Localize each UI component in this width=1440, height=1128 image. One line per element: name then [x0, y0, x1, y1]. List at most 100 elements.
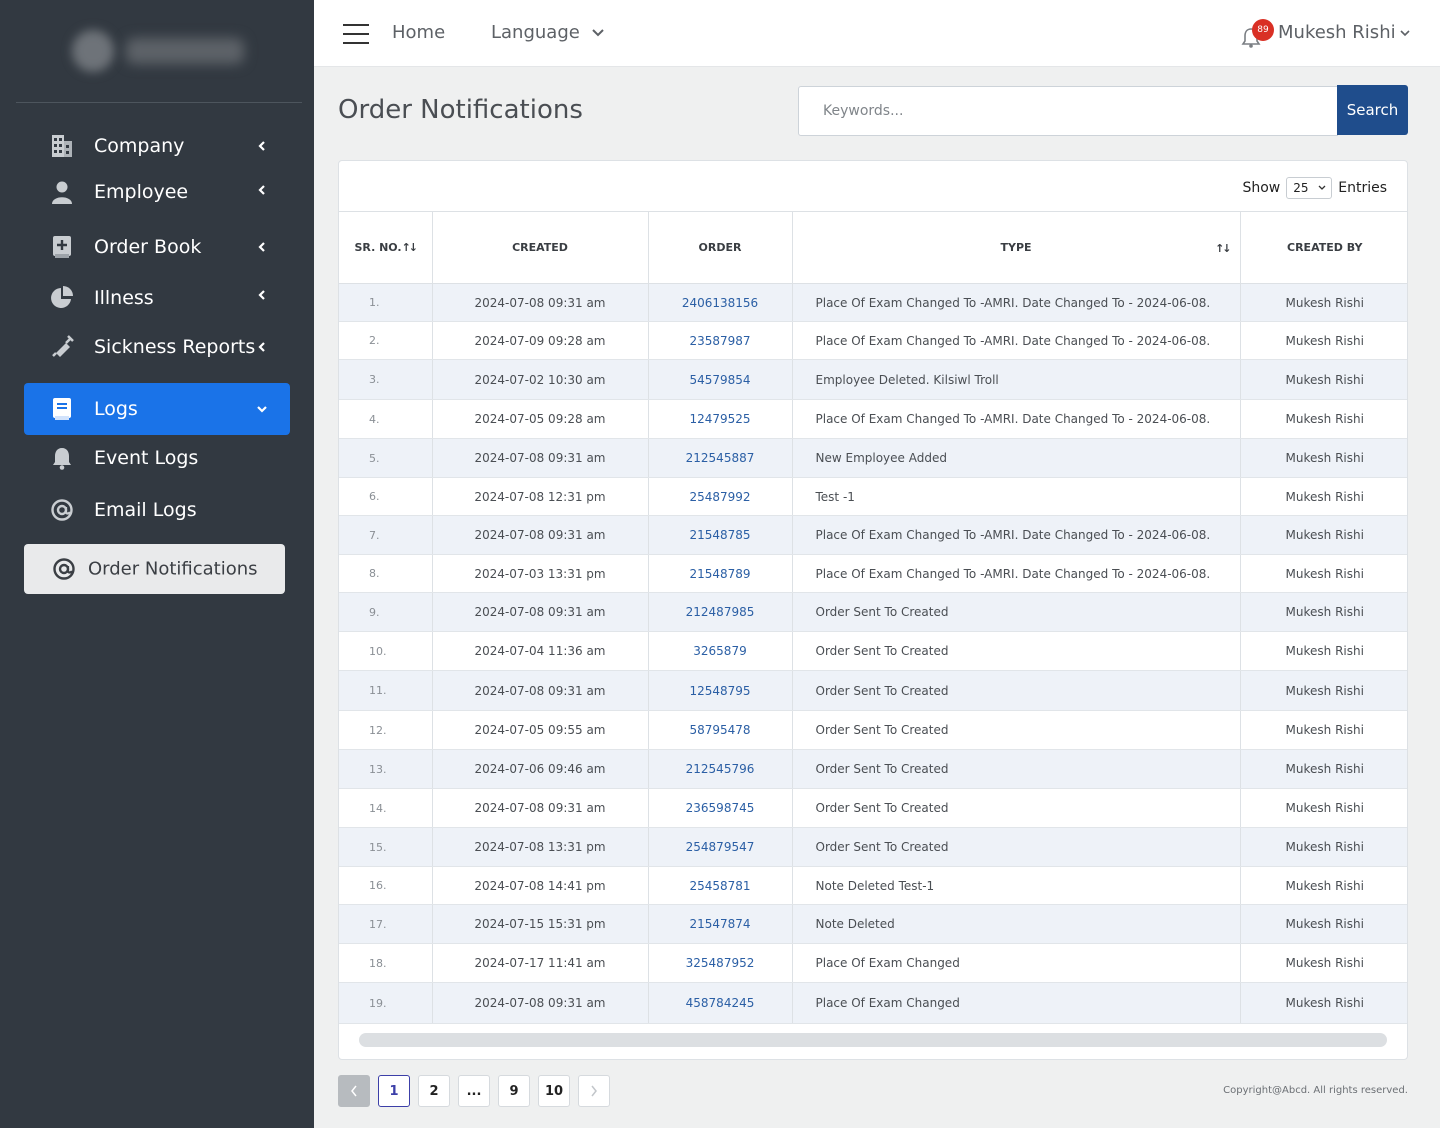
company-logo[interactable]	[64, 22, 254, 80]
sidebar-item-employee[interactable]: Employee	[24, 167, 290, 217]
order-link[interactable]: 21548785	[648, 515, 793, 555]
page-button-2[interactable]: 2	[418, 1075, 450, 1107]
sidebar-item-sickness-reports[interactable]: Sickness Reports	[24, 322, 290, 372]
table-row[interactable]: 4. 2024-07-05 09:28 am 12479525 Place Of Ex…	[339, 399, 1407, 439]
syringe-icon	[48, 333, 76, 361]
created-cell: 2024-07-08 14:41 pm	[432, 866, 649, 905]
language-dropdown[interactable]: Language	[491, 22, 580, 43]
order-link[interactable]: 54579854	[648, 359, 793, 400]
search-input[interactable]	[798, 86, 1338, 136]
sr-no-cell: 11.	[339, 670, 433, 711]
order-link[interactable]: 2406138156	[648, 283, 793, 322]
order-link[interactable]: 212487985	[648, 592, 793, 632]
created-by-cell: Mukesh Rishi	[1240, 788, 1407, 828]
order-link[interactable]: 254879547	[648, 827, 793, 867]
sidebar-item-illness[interactable]: Illness	[24, 273, 290, 323]
order-link[interactable]: 23587987	[648, 321, 793, 360]
page-button-9[interactable]: 9	[498, 1075, 530, 1107]
created-by-cell: Mukesh Rishi	[1240, 631, 1407, 671]
sidebar-item-company[interactable]: Company	[24, 121, 290, 171]
created-cell: 2024-07-05 09:55 am	[432, 710, 649, 750]
order-link[interactable]: 58795478	[648, 710, 793, 750]
created-by-cell: Mukesh Rishi	[1240, 438, 1407, 478]
table-row[interactable]: 11. 2024-07-08 09:31 am 12548795 Order Sent…	[339, 670, 1407, 711]
horizontal-scrollbar[interactable]	[359, 1033, 1387, 1047]
chevron-left-icon	[258, 141, 265, 151]
table-row[interactable]: 13. 2024-07-06 09:46 am 212545796 Order Sen…	[339, 749, 1407, 789]
column-header-created-by[interactable]: CREATED BY	[1240, 211, 1407, 284]
sidebar-item-logs[interactable]: Logs	[24, 383, 290, 435]
table-row[interactable]: 2. 2024-07-09 09:28 am 23587987 Place Of Ex…	[339, 321, 1407, 360]
order-link[interactable]: 12479525	[648, 399, 793, 439]
table-row[interactable]: 16. 2024-07-08 14:41 pm 25458781 Note Delet…	[339, 866, 1407, 905]
table-row[interactable]: 3. 2024-07-02 10:30 am 54579854 Employee De…	[339, 359, 1407, 400]
created-by-cell: Mukesh Rishi	[1240, 554, 1407, 593]
entries-select[interactable]: 25	[1286, 177, 1333, 199]
created-by-cell: Mukesh Rishi	[1240, 749, 1407, 789]
created-by-cell: Mukesh Rishi	[1240, 399, 1407, 439]
sidebar: Company Employee Order Book Illness Sick…	[0, 0, 314, 1128]
created-by-cell: Mukesh Rishi	[1240, 477, 1407, 516]
hamburger-menu-icon[interactable]	[343, 24, 369, 44]
table-row[interactable]: 1. 2024-07-08 09:31 am 2406138156 Place Of …	[339, 283, 1407, 322]
order-link[interactable]: 12548795	[648, 670, 793, 711]
type-cell: Order Sent To Created	[792, 749, 1241, 789]
table-row[interactable]: 14. 2024-07-08 09:31 am 236598745 Order Sen…	[339, 788, 1407, 828]
table-row[interactable]: 8. 2024-07-03 13:31 pm 21548789 Place Of Ex…	[339, 554, 1407, 593]
table-row[interactable]: 5. 2024-07-08 09:31 am 212545887 New Employ…	[339, 438, 1407, 478]
table-row[interactable]: 6. 2024-07-08 12:31 pm 25487992 Test -1 Muke…	[339, 477, 1407, 516]
order-link[interactable]: 458784245	[648, 982, 793, 1024]
table-row[interactable]: 7. 2024-07-08 09:31 am 21548785 Place Of Ex…	[339, 515, 1407, 555]
chevron-down-icon[interactable]	[591, 28, 605, 38]
order-link[interactable]: 212545796	[648, 749, 793, 789]
entries-label: Entries	[1338, 180, 1387, 196]
created-by-cell: Mukesh Rishi	[1240, 943, 1407, 983]
order-link[interactable]: 212545887	[648, 438, 793, 478]
user-menu[interactable]: Mukesh Rishi	[1278, 22, 1396, 43]
column-header-created[interactable]: CREATED	[432, 211, 649, 284]
next-page-button[interactable]	[578, 1075, 610, 1107]
sr-no-cell: 8.	[339, 554, 433, 593]
order-link[interactable]: 25487992	[648, 477, 793, 516]
order-link[interactable]: 25458781	[648, 866, 793, 905]
sort-icon[interactable]: ↑↓	[402, 241, 419, 254]
order-link[interactable]: 3265879	[648, 631, 793, 671]
sr-no-cell: 13.	[339, 749, 433, 789]
search-button[interactable]: Search	[1337, 85, 1408, 135]
sidebar-item-order-notifications[interactable]: Order Notifications	[24, 544, 285, 594]
chevron-left-icon	[351, 1085, 357, 1097]
created-by-cell: Mukesh Rishi	[1240, 982, 1407, 1024]
order-link[interactable]: 236598745	[648, 788, 793, 828]
created-cell: 2024-07-08 09:31 am	[432, 438, 649, 478]
chevron-down-icon[interactable]	[1400, 30, 1410, 37]
prev-page-button[interactable]	[338, 1075, 370, 1107]
sidebar-item-email-logs[interactable]: Email Logs	[24, 485, 290, 535]
sr-no-cell: 19.	[339, 982, 433, 1024]
order-link[interactable]: 21547874	[648, 904, 793, 944]
table-row[interactable]: 15. 2024-07-08 13:31 pm 254879547 Order Sen…	[339, 827, 1407, 867]
column-header-order[interactable]: ORDER	[648, 211, 793, 284]
page-button-10[interactable]: 10	[538, 1075, 570, 1107]
table-row[interactable]: 19. 2024-07-08 09:31 am 458784245 Place Of …	[339, 982, 1407, 1024]
table-row[interactable]: 12. 2024-07-05 09:55 am 58795478 Order Sent…	[339, 710, 1407, 750]
page-button-1[interactable]: 1	[378, 1075, 410, 1107]
sidebar-item-order-book[interactable]: Order Book	[24, 222, 290, 272]
order-link[interactable]: 325487952	[648, 943, 793, 983]
table-row[interactable]: 18. 2024-07-17 11:41 am 325487952 Place Of …	[339, 943, 1407, 983]
sidebar-item-event-logs[interactable]: Event Logs	[24, 433, 290, 483]
created-cell: 2024-07-08 09:31 am	[432, 982, 649, 1024]
table-body: 1. 2024-07-08 09:31 am 2406138156 Place Of …	[339, 283, 1407, 1024]
column-header-type[interactable]: TYPE ↑↓	[792, 211, 1241, 284]
type-cell: Note Deleted Test-1	[792, 866, 1241, 905]
sort-icon[interactable]: ↑↓	[1215, 242, 1232, 255]
chevron-left-icon	[258, 342, 265, 352]
logo-text-blurred	[126, 38, 244, 64]
home-link[interactable]: Home	[392, 22, 445, 43]
column-header-sr-no[interactable]: SR. NO.↑↓	[339, 211, 433, 284]
pie-chart-icon	[48, 284, 76, 312]
order-link[interactable]: 21548789	[648, 554, 793, 593]
chevron-right-icon	[591, 1085, 597, 1097]
table-row[interactable]: 10. 2024-07-04 11:36 am 3265879 Order Sent …	[339, 631, 1407, 671]
table-row[interactable]: 9. 2024-07-08 09:31 am 212487985 Order Sent…	[339, 592, 1407, 632]
table-row[interactable]: 17. 2024-07-15 15:31 pm 21547874 Note Delet…	[339, 904, 1407, 944]
